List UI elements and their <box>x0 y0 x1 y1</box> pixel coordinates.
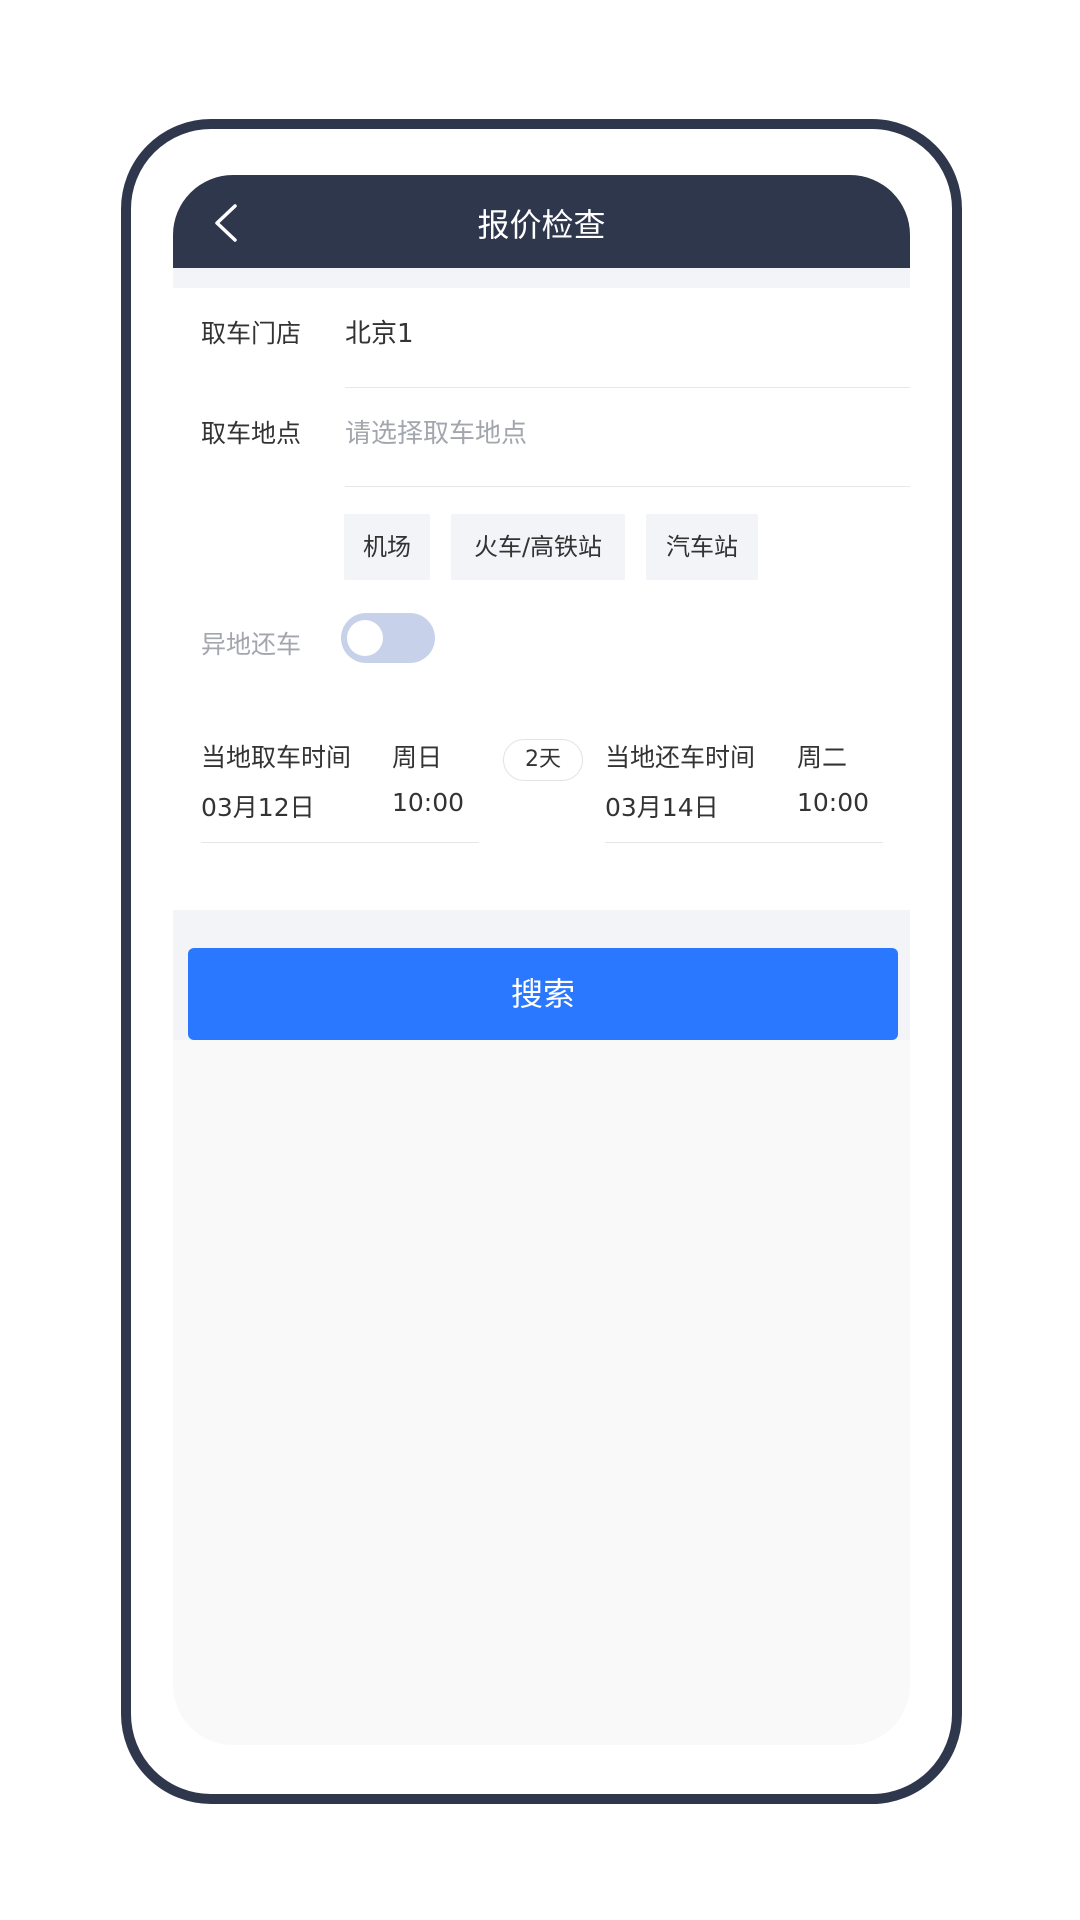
toggle-knob <box>347 620 383 656</box>
return-weekday: 周二 <box>797 743 848 772</box>
page-title: 报价检查 <box>477 206 606 244</box>
app-screen: 报价检查 取车门店 北京1 取车地点 请选择取车地点 机场 火车/高铁站 汽车站… <box>173 175 910 1745</box>
pickup-location-label: 取车地点 <box>201 419 302 448</box>
pickup-date[interactable]: 03月12日 <box>201 788 315 824</box>
quote-form: 取车门店 北京1 取车地点 请选择取车地点 机场 火车/高铁站 汽车站 异地还车… <box>173 288 910 910</box>
return-date[interactable]: 03月14日 <box>605 788 719 824</box>
pickup-store-divider <box>345 387 910 388</box>
quick-location-bus-station-button[interactable]: 汽车站 <box>646 514 758 580</box>
pickup-time-divider <box>201 842 479 843</box>
pickup-weekday: 周日 <box>392 743 443 772</box>
pickup-store-value[interactable]: 北京1 <box>345 313 414 350</box>
rental-duration-badge: 2天 <box>503 739 583 781</box>
quick-location-train-station-button[interactable]: 火车/高铁站 <box>451 514 625 580</box>
return-time[interactable]: 10:00 <box>797 788 869 817</box>
pickup-time[interactable]: 10:00 <box>392 788 464 817</box>
pickup-store-label: 取车门店 <box>201 319 302 348</box>
return-time-divider <box>605 842 883 843</box>
quick-location-airport-button[interactable]: 机场 <box>344 514 430 580</box>
pickup-time-label: 当地取车时间 <box>201 743 352 772</box>
header-spacer <box>173 268 910 288</box>
pickup-location-divider <box>345 486 910 487</box>
header-bar: 报价检查 <box>173 175 910 268</box>
search-area: 搜索 <box>173 910 910 1040</box>
search-button[interactable]: 搜索 <box>188 948 898 1040</box>
pickup-location-input[interactable]: 请选择取车地点 <box>345 413 527 450</box>
different-return-toggle[interactable] <box>341 613 435 663</box>
different-return-label: 异地还车 <box>201 630 302 659</box>
return-time-label: 当地还车时间 <box>605 743 756 772</box>
